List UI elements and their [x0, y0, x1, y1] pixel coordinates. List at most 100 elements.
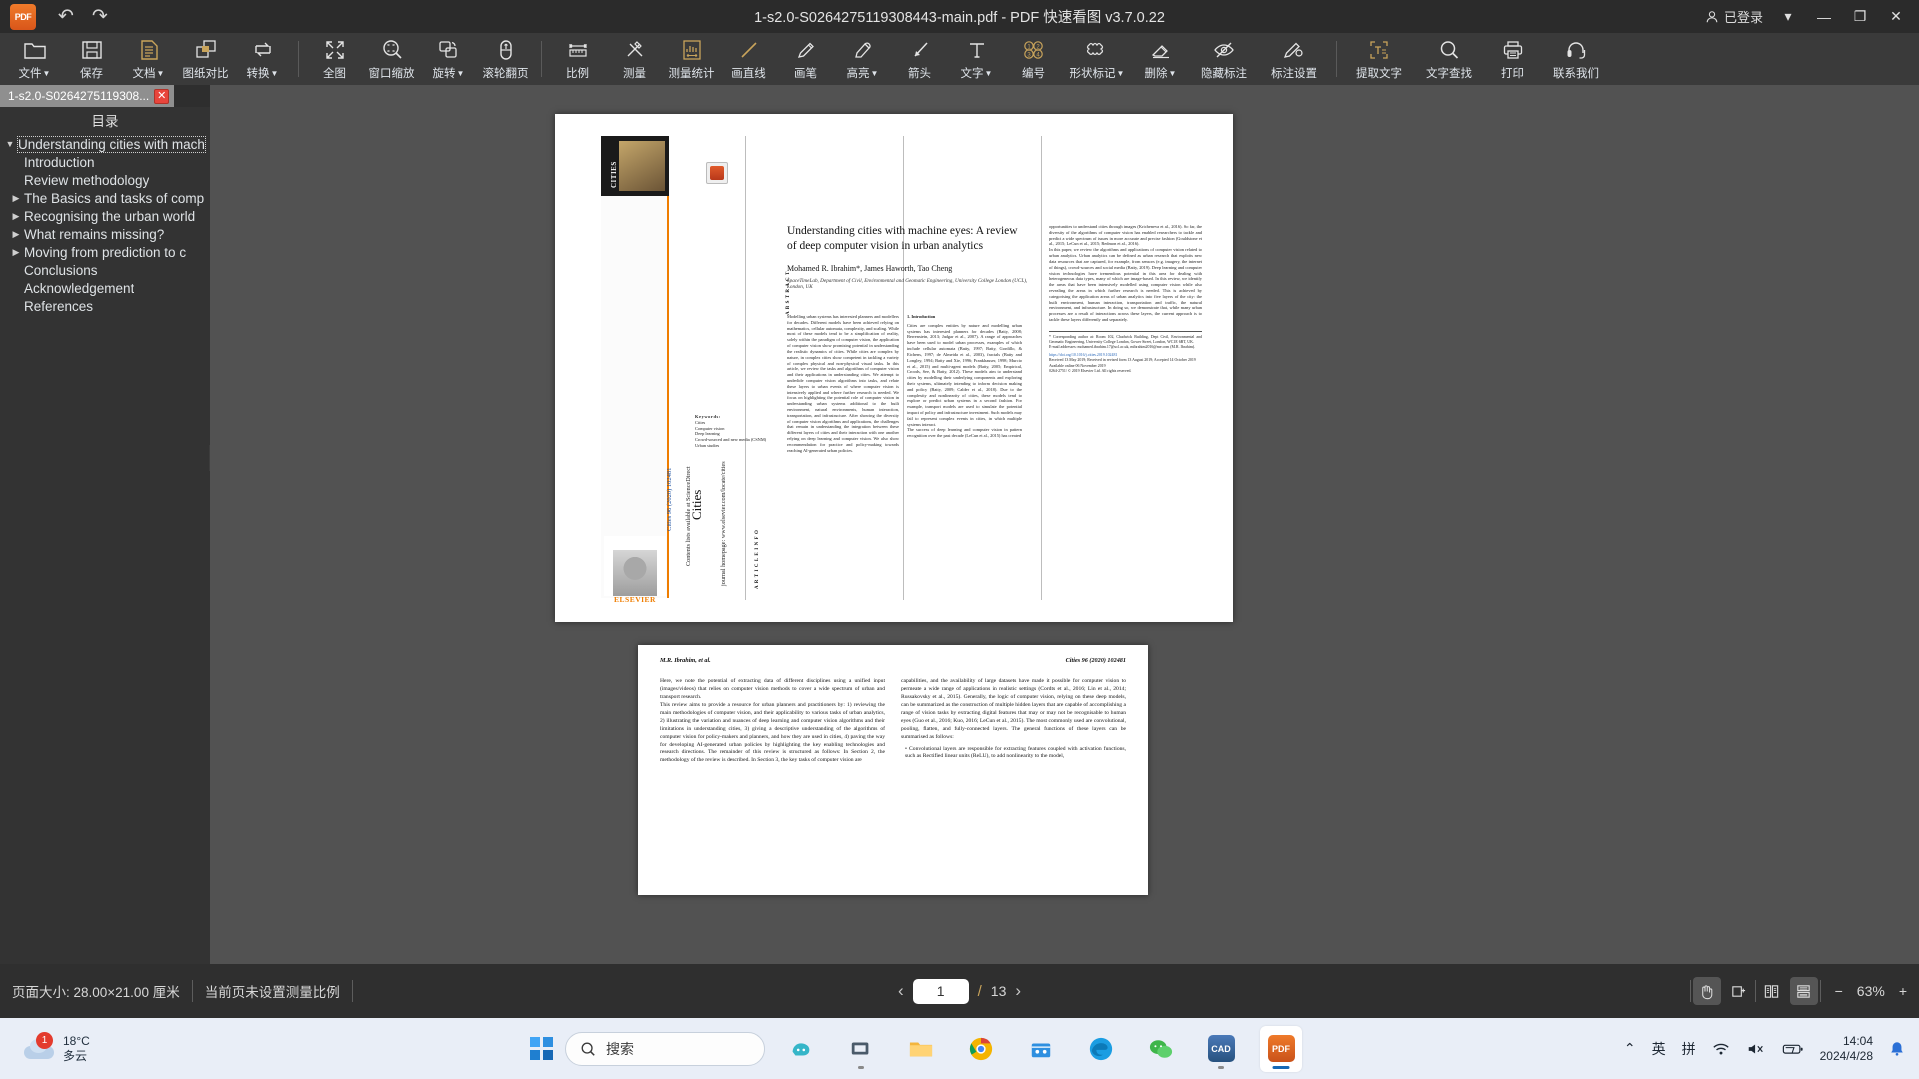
taskbar-app-chrome[interactable] — [960, 1026, 1002, 1072]
redo-icon[interactable]: ↷ — [92, 7, 108, 26]
toolbar-button-shape-markup[interactable]: 形状标记▼ — [1062, 33, 1132, 85]
toolbar-button-hide-annotation[interactable]: 隐藏标注 — [1189, 33, 1259, 85]
toolbar-button-contact-us[interactable]: 联系我们 — [1541, 33, 1611, 85]
pdf-page-2[interactable]: M.R. Ibrahim, et al. Cities 96 (2020) 10… — [638, 645, 1148, 895]
next-page-button[interactable]: › — [1015, 981, 1021, 1001]
minimize-button[interactable]: — — [1813, 9, 1835, 25]
document-tab-strip: 1-s2.0-S0264275119308... ✕ — [0, 85, 210, 107]
cad-icon: CAD — [1207, 1035, 1235, 1062]
document-icon — [138, 38, 160, 63]
toolbar-label: 删除 — [1144, 67, 1168, 80]
toolbar-button-save[interactable]: 保存 — [63, 33, 120, 85]
status-left-group: 页面大小: 28.00×21.00 厘米 当前页未设置测量比例 — [0, 964, 353, 1018]
copilot-icon — [792, 1042, 810, 1055]
toolbar-button-convert[interactable]: 转换▼ — [234, 33, 291, 85]
zoom-out-button[interactable]: − — [1835, 983, 1843, 999]
toolbar-button-measure[interactable]: 测量 — [606, 33, 663, 85]
taskbar-app-copilot[interactable] — [780, 1026, 822, 1072]
toc-item-basics-tasks[interactable]: ▶ The Basics and tasks of comp — [0, 189, 210, 207]
toc-item-review-methodology[interactable]: Review methodology — [0, 171, 210, 189]
taskbar-app-task-view[interactable] — [840, 1026, 882, 1072]
scale-ruler-icon — [566, 38, 590, 63]
abstract-text: Modelling urban systems has interested p… — [787, 314, 899, 453]
toolbar-button-rotate[interactable]: 旋转▼ — [420, 33, 477, 85]
title-bar: PDF ↶ ↷ 1-s2.0-S0264275119308443-main.pd… — [0, 0, 1919, 33]
continuous-view-icon[interactable] — [1789, 977, 1818, 1005]
toolbar-button-fit-page[interactable]: 全图 — [306, 33, 363, 85]
status-divider — [1754, 980, 1756, 1002]
toc-item-acknowledgement[interactable]: Acknowledgement — [0, 279, 210, 297]
toolbar-button-print[interactable]: 打印 — [1484, 33, 1541, 85]
measure-stats-icon — [681, 38, 703, 63]
page2-columns: Here, we note the potential of extractin… — [660, 678, 1126, 765]
close-tab-icon[interactable]: ✕ — [154, 88, 170, 104]
chevron-right-icon[interactable]: ▶ — [8, 247, 24, 258]
chevron-down-icon[interactable]: ▾ — [1777, 8, 1799, 25]
undo-icon[interactable]: ↶ — [58, 7, 74, 26]
toolbar-button-arrow[interactable]: 箭头 — [891, 33, 948, 85]
toolbar-label: 文字查找 — [1426, 67, 1472, 80]
page-attachment-icon[interactable] — [706, 162, 728, 184]
login-status[interactable]: 已登录 — [1705, 7, 1763, 26]
toolbar-label: 隐藏标注 — [1201, 67, 1247, 80]
toolbar-button-measure-stats[interactable]: 测量统计 — [663, 33, 720, 85]
chevron-right-icon[interactable]: ▶ — [8, 211, 24, 222]
taskbar-search-input[interactable]: 搜索 — [565, 1031, 765, 1066]
toolbar-button-annotation-settings[interactable]: 标注设置 — [1259, 33, 1329, 85]
page2-right-body: capabilities, and the availability of la… — [901, 678, 1126, 740]
toolbar-button-zoom-window[interactable]: 窗口缩放 — [363, 33, 420, 85]
toolbar-button-line[interactable]: 画直线 — [720, 33, 777, 85]
taskbar-app-edge[interactable] — [1080, 1026, 1122, 1072]
toc-item-introduction[interactable]: Introduction — [0, 153, 210, 171]
line-icon — [738, 38, 760, 63]
toolbar-button-compare[interactable]: 图纸对比 — [177, 33, 234, 85]
taskbar-app-wechat[interactable] — [1140, 1026, 1182, 1072]
shape-markup-icon — [1085, 38, 1109, 63]
prev-page-button[interactable]: ‹ — [898, 981, 904, 1001]
chevron-right-icon[interactable]: ▶ — [8, 193, 24, 204]
snapshot-icon[interactable] — [1725, 977, 1753, 1005]
toolbar-button-file[interactable]: 文件▼ — [6, 33, 63, 85]
maximize-button[interactable]: ❐ — [1849, 8, 1871, 25]
toolbar-button-highlight[interactable]: 高亮▼ — [834, 33, 891, 85]
toolbar-button-pen[interactable]: 画笔 — [777, 33, 834, 85]
sidebar-panel: 1-s2.0-S0264275119308... ✕ 目录 ▼ Understa… — [0, 85, 210, 964]
two-page-view-icon[interactable] — [1758, 977, 1786, 1005]
toolbar-button-search-text[interactable]: 文字查找 — [1414, 33, 1484, 85]
toolbar-button-delete[interactable]: 删除▼ — [1132, 33, 1189, 85]
pdf-page-1[interactable]: CITIES ELSEVIER Cities 96 (2020) 102481 … — [555, 114, 1233, 622]
toolbar-label: 转换 — [246, 67, 270, 80]
toolbar-button-numbering[interactable]: 1234 编号 — [1005, 33, 1062, 85]
toc-item-recognising-urban-world[interactable]: ▶ Recognising the urban world — [0, 207, 210, 225]
toc-item-root[interactable]: ▼ Understanding cities with mach — [0, 135, 210, 153]
toolbar-button-text[interactable]: 文字▼ — [948, 33, 1005, 85]
taskbar-app-store[interactable] — [1020, 1026, 1062, 1072]
toc-item-conclusions[interactable]: Conclusions — [0, 261, 210, 279]
close-button[interactable]: ✕ — [1885, 8, 1907, 25]
notification-badge: 1 — [36, 1031, 53, 1049]
zoom-in-button[interactable]: + — [1899, 983, 1907, 999]
journal-homepage-line: journal homepage: www.elsevier.com/locat… — [720, 461, 727, 586]
toolbar-label: 箭头 — [908, 67, 931, 80]
taskbar-app-pdf-reader[interactable]: PDF — [1260, 1025, 1302, 1072]
window-title: 1-s2.0-S0264275119308443-main.pdf - PDF … — [754, 10, 1165, 26]
toc-item-what-remains-missing[interactable]: ▶ What remains missing? — [0, 225, 210, 243]
toolbar-button-scroll-page[interactable]: 滚轮翻页 — [477, 33, 534, 85]
hand-tool-icon[interactable] — [1692, 977, 1721, 1005]
login-label: 已登录 — [1723, 10, 1763, 25]
taskbar-app-cad[interactable]: CAD — [1200, 1026, 1242, 1072]
windows-start-icon[interactable] — [530, 1037, 553, 1060]
toolbar-label: 滚轮翻页 — [482, 67, 529, 80]
toolbar-button-extract-text[interactable]: 提取文字 — [1344, 33, 1414, 85]
toc-item-moving-from-prediction[interactable]: ▶ Moving from prediction to c — [0, 243, 210, 261]
zoom-level-label[interactable]: 63% — [1857, 983, 1885, 999]
document-viewport[interactable]: CITIES ELSEVIER Cities 96 (2020) 102481 … — [210, 85, 1919, 964]
taskbar-app-file-explorer[interactable] — [900, 1026, 942, 1072]
page-number-input[interactable]: 1 — [912, 978, 969, 1004]
toolbar-button-document[interactable]: 文档▼ — [120, 33, 177, 85]
chevron-right-icon[interactable]: ▶ — [8, 229, 24, 240]
toolbar-button-scale[interactable]: 比例 — [549, 33, 606, 85]
document-tab[interactable]: 1-s2.0-S0264275119308... ✕ — [0, 85, 175, 107]
chevron-down-icon[interactable]: ▼ — [2, 139, 18, 149]
toc-item-references[interactable]: References — [0, 297, 210, 315]
